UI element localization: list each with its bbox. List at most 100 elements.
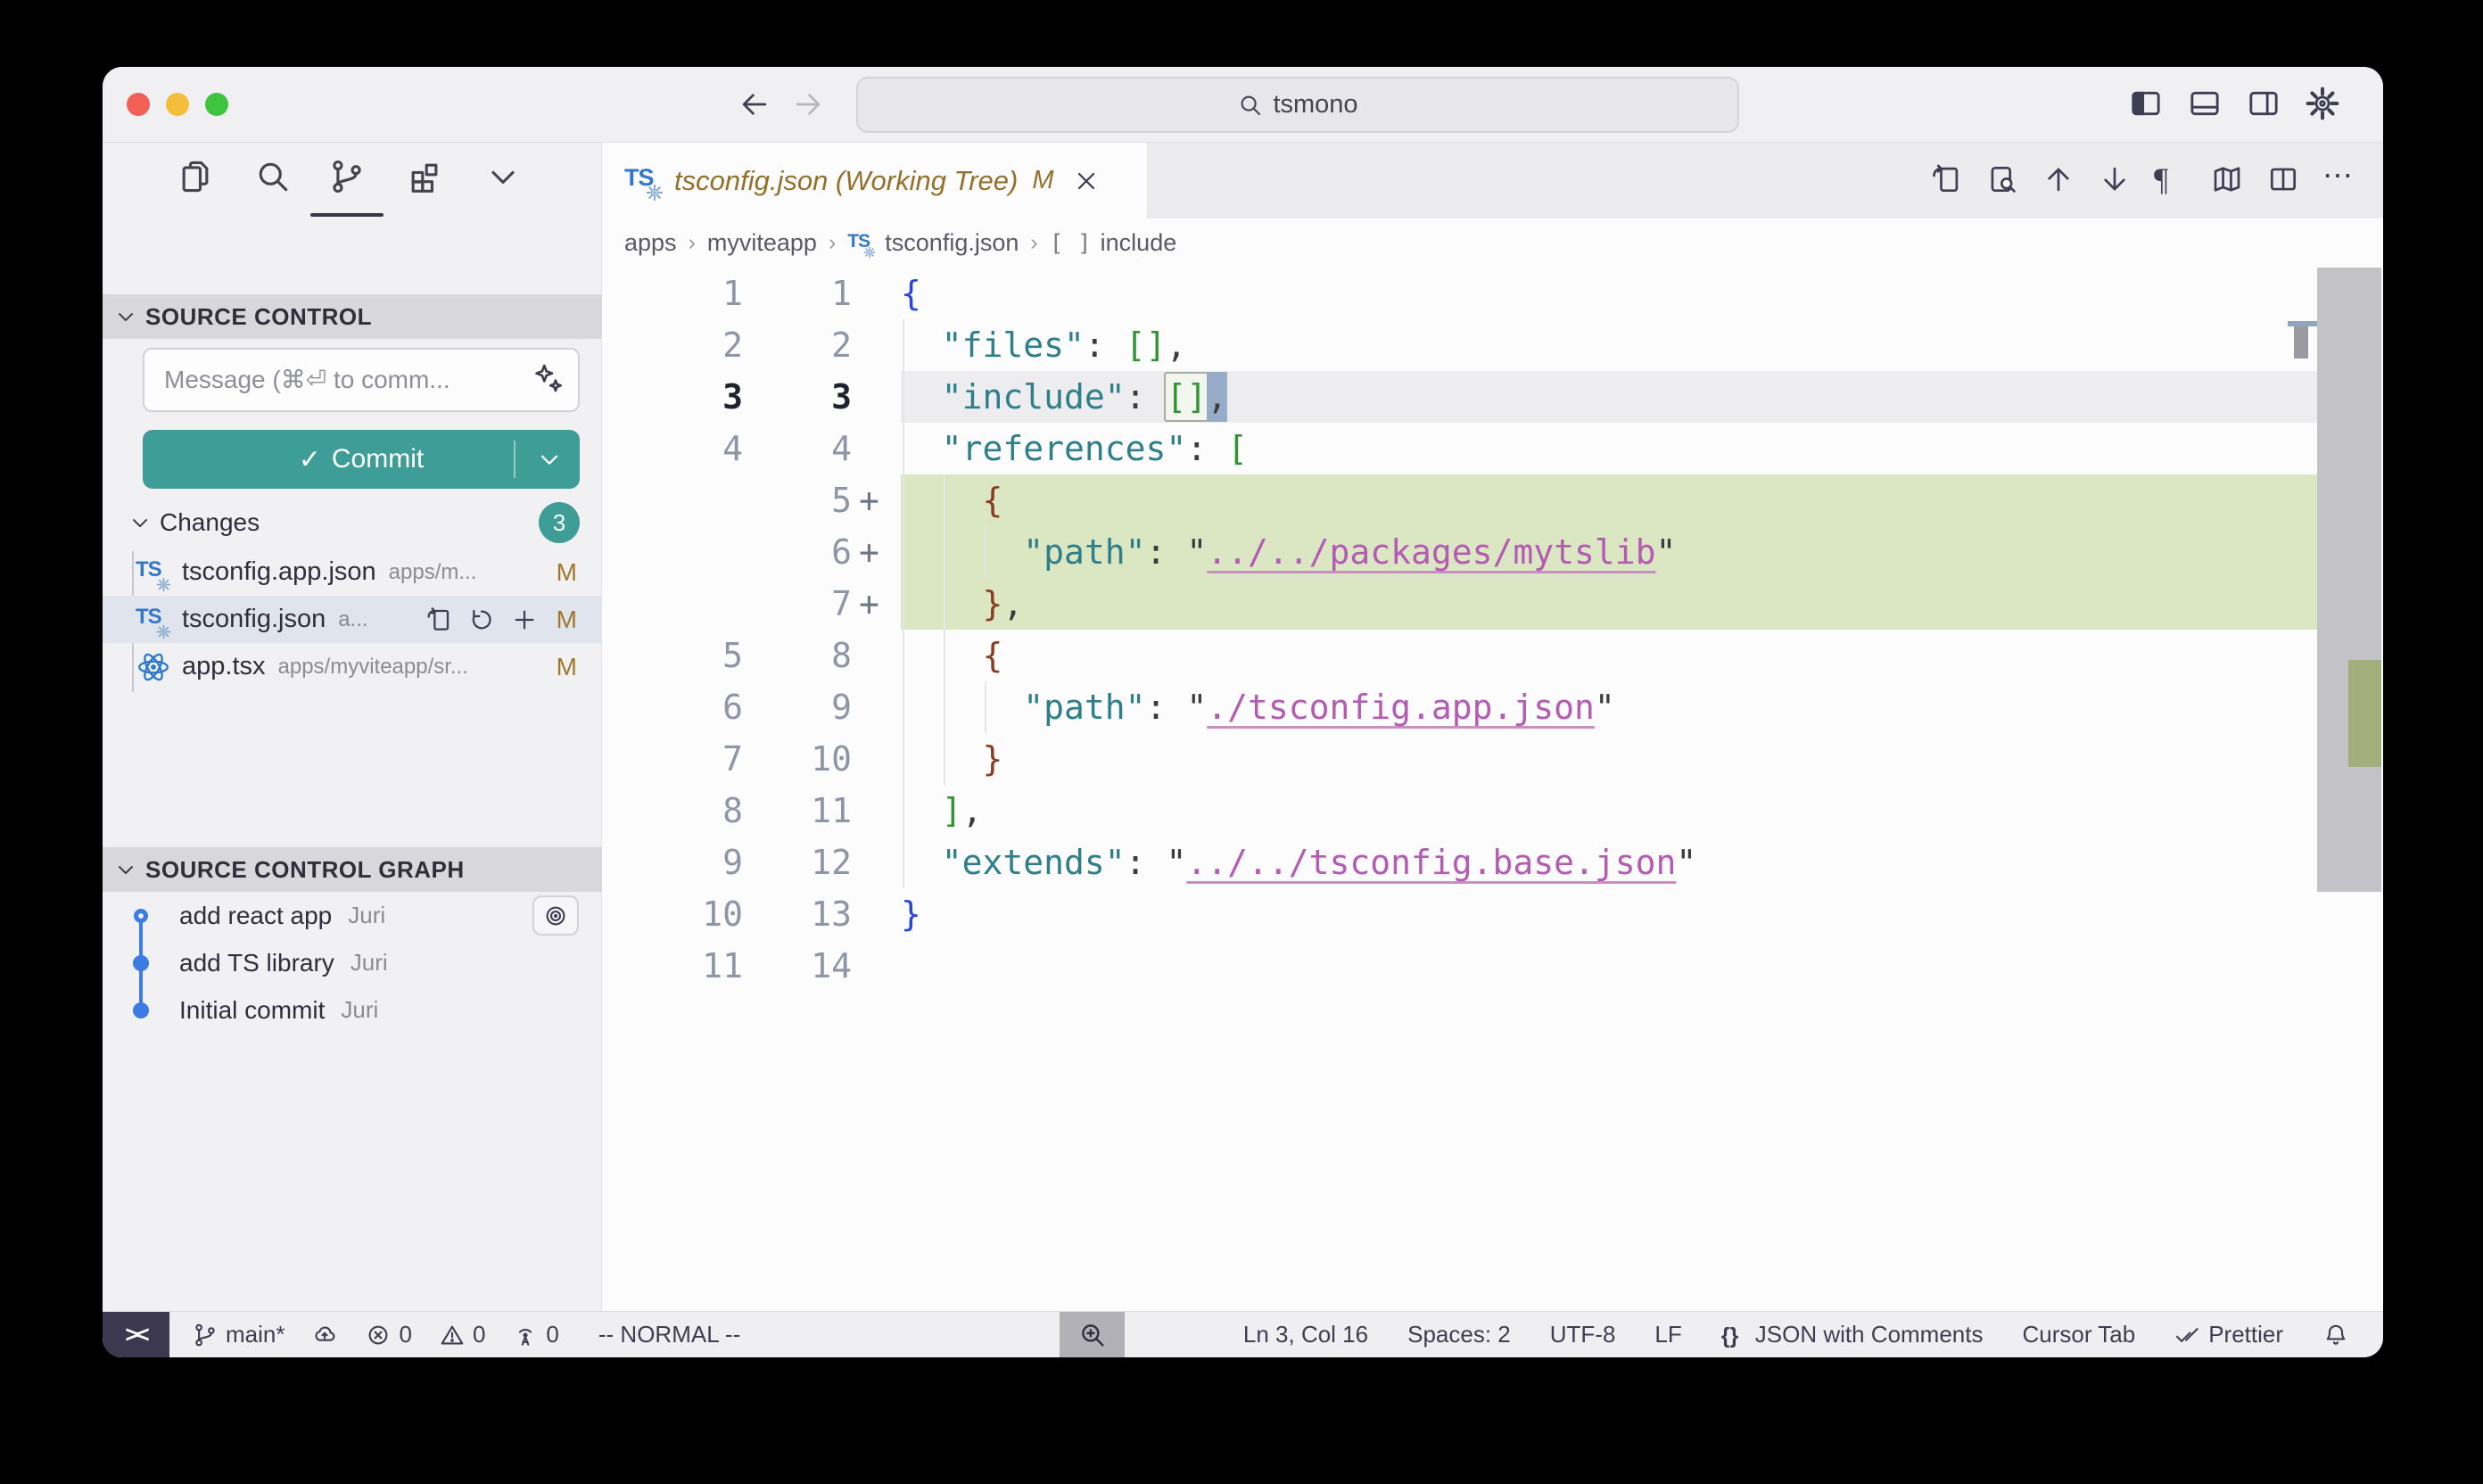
previous-change-icon[interactable] — [2042, 162, 2075, 196]
code-line: 710 } — [602, 733, 2383, 785]
code-line: 44 "references": [ — [602, 423, 2383, 474]
tab-tsconfig-working-tree[interactable]: TS tsconfig.json (Working Tree) M — [602, 143, 1148, 218]
git-branch-status[interactable]: main* — [192, 1321, 285, 1348]
cursor-position[interactable]: Ln 3, Col 16 — [1243, 1321, 1368, 1348]
zoom-level-indicator[interactable] — [1060, 1312, 1125, 1357]
chevron-down-icon — [128, 510, 153, 535]
formatter[interactable]: Prettier — [2174, 1321, 2283, 1348]
search-icon[interactable] — [253, 157, 293, 196]
toggle-panel-icon[interactable] — [2187, 86, 2223, 121]
toggle-primary-sidebar-icon[interactable] — [2128, 86, 2164, 121]
cursor-tab-label: Cursor Tab — [2023, 1321, 2136, 1348]
breadcrumb-item-tsconfig.json[interactable]: TStsconfig.json — [847, 229, 1019, 257]
forward-button[interactable] — [791, 87, 825, 121]
old-line-number: 2 — [602, 326, 745, 365]
render-whitespace-icon[interactable]: ¶ — [2154, 162, 2188, 196]
commit-row[interactable]: add react appJuri — [103, 892, 602, 939]
toggle-secondary-sidebar-icon[interactable] — [2246, 86, 2281, 121]
commit-message: add TS library — [179, 949, 334, 977]
file-row-app.tsx[interactable]: app.tsxapps/myviteapp/sr...M — [103, 643, 602, 690]
command-center-search[interactable]: tsmono — [856, 77, 1739, 133]
explorer-icon[interactable] — [176, 157, 215, 196]
open-file-icon[interactable] — [1929, 162, 1963, 196]
commit-dot-icon — [133, 955, 149, 971]
zoom-window-button[interactable] — [205, 93, 228, 116]
old-line-number: 7 — [602, 739, 745, 779]
errors-count[interactable]: 0 — [365, 1321, 411, 1348]
stage-changes-icon[interactable] — [510, 606, 539, 634]
commit-split-divider — [514, 441, 516, 478]
indentation-label: Spaces: 2 — [1407, 1321, 1511, 1348]
more-views-chevron-icon[interactable] — [483, 157, 523, 196]
indentation[interactable]: Spaces: 2 — [1407, 1321, 1511, 1348]
next-change-icon[interactable] — [2098, 162, 2132, 196]
eol[interactable]: LF — [1654, 1321, 1681, 1348]
split-editor-icon[interactable] — [2266, 162, 2300, 196]
file-row-tsconfig.json[interactable]: TStsconfig.jsona...M — [103, 596, 602, 643]
commit-row[interactable]: add TS library Juri — [103, 939, 602, 986]
back-button[interactable] — [738, 87, 771, 121]
notifications-bell[interactable] — [2322, 1322, 2349, 1348]
extensions-icon[interactable] — [405, 157, 444, 196]
ports-count[interactable]: 0 — [512, 1321, 558, 1348]
source-control-icon[interactable] — [327, 157, 367, 196]
breadcrumb-item-myviteapp[interactable]: myviteapp — [707, 229, 817, 257]
new-line-number: 5 — [745, 481, 852, 520]
ts-file-icon: TS — [136, 555, 171, 590]
more-actions-icon[interactable]: ⋯ — [2322, 162, 2356, 196]
inline-view-icon[interactable] — [1985, 162, 2019, 196]
language-mode[interactable]: {}JSON with Comments — [1721, 1321, 1984, 1348]
added-line-plus: + — [852, 532, 882, 572]
discard-changes-icon[interactable] — [467, 606, 496, 634]
commit-button[interactable]: ✓ Commit — [143, 430, 580, 489]
file-path: apps/myviteapp/sr... — [278, 655, 468, 680]
new-line-number: 3 — [745, 377, 852, 416]
commit-dropdown-chevron-icon[interactable] — [535, 445, 564, 474]
changes-section-header[interactable]: Changes 3 — [103, 499, 602, 546]
map-icon[interactable] — [2210, 162, 2244, 196]
vim-mode[interactable]: -- NORMAL -- — [598, 1321, 740, 1348]
source-control-graph-section-header[interactable]: SOURCE CONTROL GRAPH — [103, 847, 602, 892]
commit-author: Juri — [351, 949, 388, 977]
new-line-number: 9 — [745, 688, 852, 727]
remote-indicator[interactable]: >< — [103, 1312, 169, 1357]
file-name: tsconfig.json — [182, 605, 326, 634]
settings-gear-icon[interactable] — [2305, 86, 2340, 121]
changes-label: Changes — [160, 508, 260, 537]
old-line-number: 1 — [602, 274, 745, 313]
active-view-underline — [310, 213, 384, 217]
source-control-section-header[interactable]: SOURCE CONTROL — [103, 294, 602, 339]
code-editor[interactable]: 11{22 "files": [],33 "include": [],44 "r… — [602, 268, 2383, 1311]
new-line-number: 14 — [745, 946, 852, 985]
app-window: tsmono SOURCE CONTROL ✓ Commit — [103, 67, 2383, 1357]
publish-icon[interactable] — [311, 1322, 338, 1348]
vertical-scrollbar[interactable] — [2317, 268, 2381, 892]
file-name: tsconfig.app.json — [182, 557, 376, 587]
warning-triangle-icon — [439, 1322, 466, 1348]
status-bar: >< main*000-- NORMAL -- Ln 3, Col 16Spac… — [103, 1311, 2383, 1357]
ts-file-icon: TS — [847, 230, 876, 257]
new-line-number: 6 — [745, 532, 852, 572]
file-name: app.tsx — [182, 652, 266, 681]
warnings-count[interactable]: 0 — [439, 1321, 485, 1348]
cursor-tab[interactable]: Cursor Tab — [2023, 1321, 2136, 1348]
close-window-button[interactable] — [127, 93, 150, 116]
goto-commit-target-button[interactable] — [532, 895, 579, 936]
open-file-icon[interactable] — [425, 606, 453, 634]
commit-row[interactable]: Initial commitJuri — [103, 986, 602, 1034]
search-value: tsmono — [1273, 90, 1357, 120]
generate-commit-message-sparkle-icon[interactable] — [532, 362, 565, 396]
old-line-number: 4 — [602, 429, 745, 468]
check-icon: ✓ — [299, 444, 321, 475]
eol-label: LF — [1654, 1321, 1681, 1348]
file-row-tsconfig.app.json[interactable]: TStsconfig.app.jsonapps/m...M — [103, 548, 602, 596]
close-tab-icon[interactable] — [1072, 167, 1101, 195]
minimize-window-button[interactable] — [166, 93, 189, 116]
breadcrumb-item-apps[interactable]: apps — [624, 229, 677, 257]
breadcrumb-item-include[interactable]: [ ]include — [1050, 229, 1177, 257]
cloud-upload-icon — [311, 1322, 338, 1348]
code-line: 7+ }, — [602, 578, 2383, 630]
commit-message-input[interactable] — [143, 348, 580, 412]
zoom-in-icon — [1077, 1320, 1108, 1350]
encoding[interactable]: UTF-8 — [1550, 1321, 1616, 1348]
